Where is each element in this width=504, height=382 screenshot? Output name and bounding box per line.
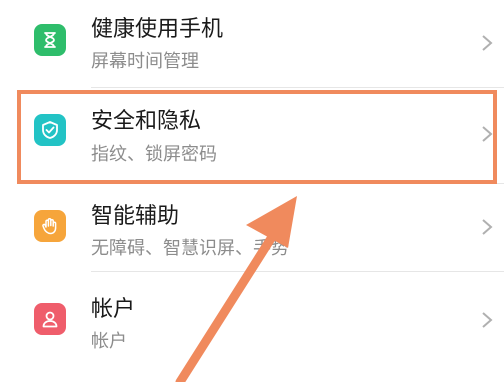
pointer-arrow-icon bbox=[175, 196, 297, 382]
